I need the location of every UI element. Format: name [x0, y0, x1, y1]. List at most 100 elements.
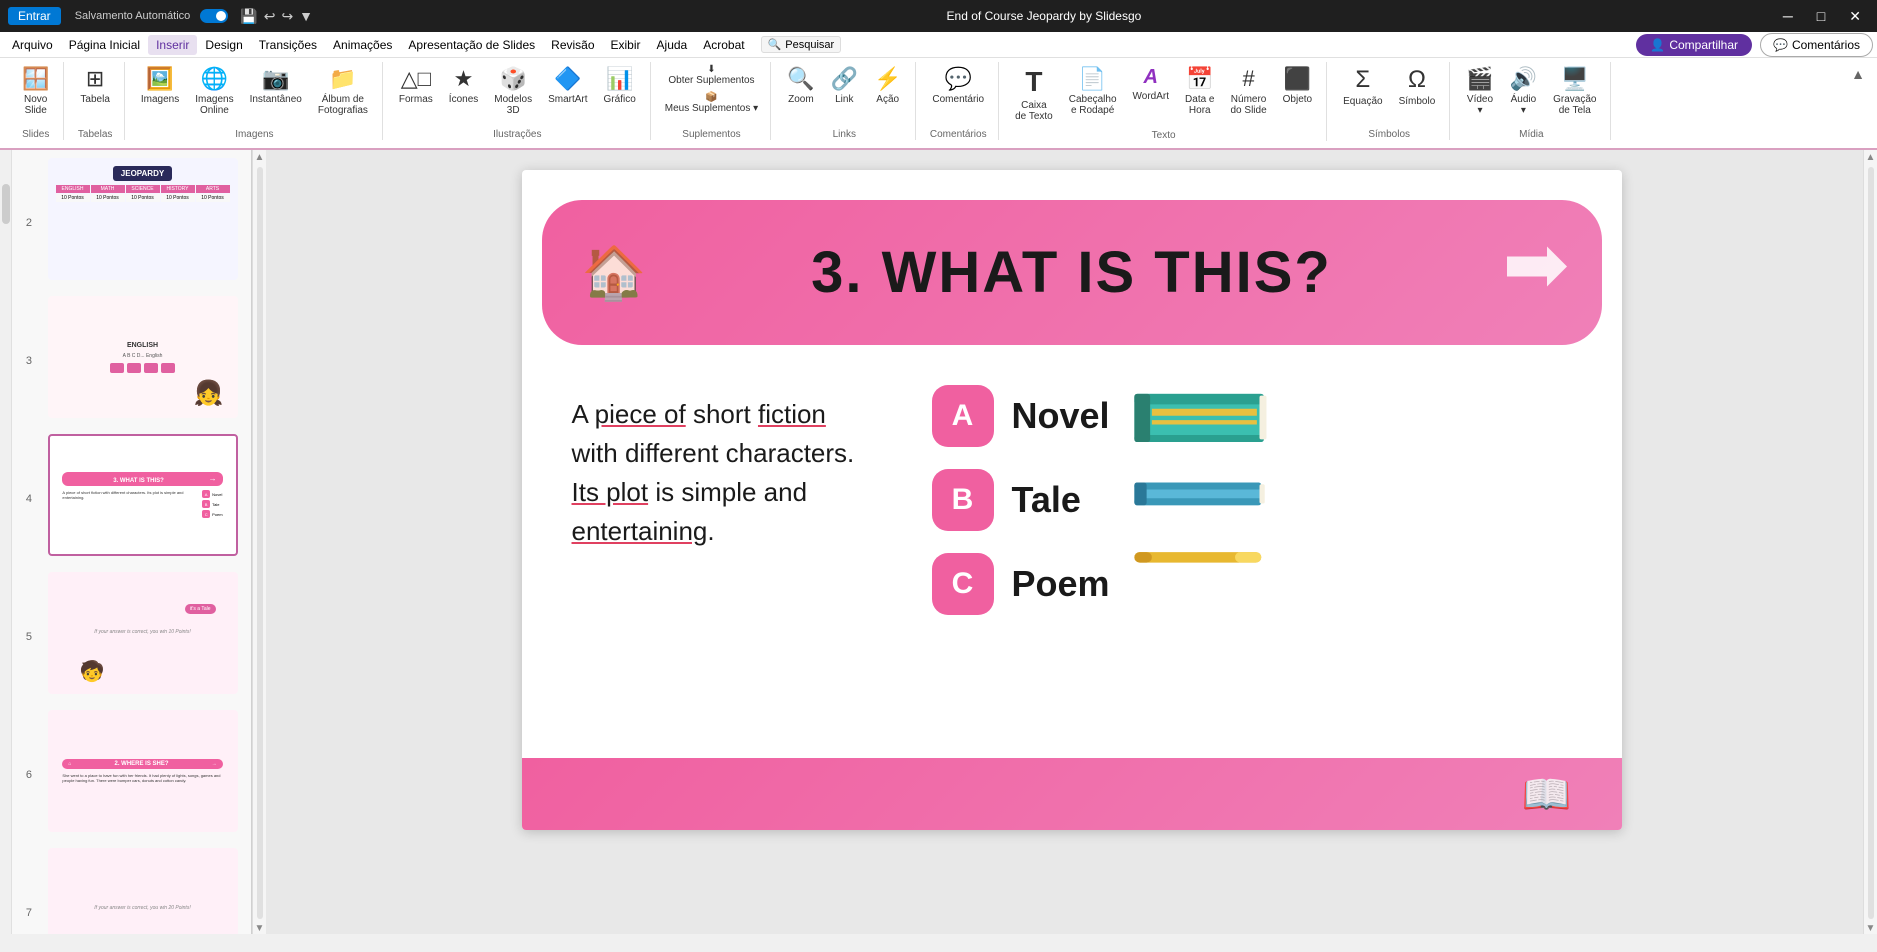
arrow-right-btn[interactable] [1502, 241, 1572, 304]
obter-suplementos-button[interactable]: ⬇ Obter Suplementos [661, 62, 762, 88]
smartart-label: SmartArt [548, 94, 587, 105]
scroll-down[interactable]: ▼ [255, 923, 265, 934]
slide-7-thumb[interactable]: If your answer is correct, you win 20 Po… [48, 848, 238, 934]
thumb4-header: 3. WHAT IS THIS? → [62, 472, 222, 486]
menu-revisao[interactable]: Revisão [543, 35, 602, 55]
equacao-icon: Σ [1355, 66, 1370, 94]
ribbon-group-texto: T Caixade Texto 📄 Cabeçalhoe Rodapé A Wo… [1001, 62, 1327, 141]
tabela-button[interactable]: ⊞ Tabela [74, 62, 115, 109]
slides-scrollbar[interactable]: ▲ ▼ [252, 150, 266, 934]
objeto-button[interactable]: ⬛ Objeto [1277, 62, 1318, 109]
right-scroll-down[interactable]: ▼ [1866, 923, 1876, 934]
undo-icon[interactable]: ↩ [264, 8, 276, 25]
slide-3-thumb[interactable]: ENGLISH A B C D... English 👧 [48, 296, 238, 418]
thumb6-header: ⌂ 2. WHERE IS SHE? → [62, 759, 222, 769]
menu-arquivo[interactable]: Arquivo [4, 35, 61, 55]
menu-exibir[interactable]: Exibir [603, 35, 649, 55]
modelos3d-button[interactable]: 🎲 Modelos3D [488, 62, 538, 120]
save-icon[interactable]: 💾 [240, 8, 257, 25]
thumb6-title: 2. WHERE IS SHE? [115, 761, 169, 767]
novo-slide-button[interactable]: 🪟 NovoSlide [16, 62, 55, 120]
main-slide: 🏠 3. WHAT IS THIS? A piece of short fict… [522, 170, 1622, 830]
gravacao-tela-button[interactable]: 🖥️ Gravaçãode Tela [1547, 62, 1602, 120]
instantaneo-icon: 📷 [262, 66, 289, 92]
slide-4-thumb[interactable]: 3. WHAT IS THIS? → A piece of short fict… [48, 434, 238, 556]
scroll-up[interactable]: ▲ [255, 152, 265, 163]
smartart-button[interactable]: 🔷 SmartArt [542, 62, 593, 109]
thumb6-text: She went to a place to have fun with her… [62, 773, 222, 783]
right-scrollbar[interactable]: ▲ ▼ [1863, 150, 1877, 934]
comentario-label: Comentário [932, 94, 984, 105]
icones-button[interactable]: ★ Ícones [443, 62, 484, 109]
home-icon-btn[interactable]: 🏠 [582, 242, 647, 303]
link-button[interactable]: 🔗 Link [825, 62, 864, 109]
simbolo-button[interactable]: Ω Símbolo [1393, 62, 1442, 111]
right-scroll-thumb [1868, 167, 1874, 919]
answer-bubble-b[interactable]: B [932, 469, 994, 531]
grafico-button[interactable]: 📊 Gráfico [598, 62, 642, 109]
acao-button[interactable]: ⚡ Ação [868, 62, 907, 109]
cabecalho-rodape-label: Cabeçalhoe Rodapé [1069, 94, 1117, 116]
comments-label: Comentários [1792, 38, 1860, 52]
slide-2-num: 2 [16, 217, 32, 229]
menu-pagina-inicial[interactable]: Página Inicial [61, 35, 148, 55]
menu-animacoes[interactable]: Animações [325, 35, 400, 55]
answer-letter-b: B [952, 483, 974, 517]
ribbon-collapse-button[interactable]: ▲ [1851, 66, 1865, 82]
thumb4-ans-c: C Poem [202, 510, 222, 518]
toggle-autosave[interactable] [200, 9, 228, 23]
answer-bubble-c[interactable]: C [932, 553, 994, 615]
title-bar-left: Entrar Salvamento Automático 💾 ↩ ↪ ▼ [8, 7, 313, 25]
entrar-button[interactable]: Entrar [8, 7, 61, 25]
close-button[interactable]: ✕ [1841, 6, 1869, 27]
formas-button[interactable]: △□ Formas [393, 62, 439, 109]
comentario-button[interactable]: 💬 Comentário [926, 62, 990, 109]
album-button[interactable]: 📁 Álbum deFotografias [312, 62, 374, 120]
customize-icon[interactable]: ▼ [299, 8, 313, 24]
answer-bubble-a[interactable]: A [932, 385, 994, 447]
left-scroll[interactable] [0, 150, 12, 934]
slide-5-container: 5 If your answer is correct, you win 10 … [16, 572, 247, 702]
menu-ajuda[interactable]: Ajuda [649, 35, 696, 55]
data-hora-button[interactable]: 📅 Data eHora [1179, 62, 1220, 120]
imagens-button[interactable]: 🖼️ Imagens [135, 62, 185, 109]
cabecalho-rodape-button[interactable]: 📄 Cabeçalhoe Rodapé [1063, 62, 1123, 120]
slide-5-thumb[interactable]: If your answer is correct, you win 10 Po… [48, 572, 238, 694]
equacao-button[interactable]: Σ Equação [1337, 62, 1388, 111]
zoom-icon: 🔍 [787, 66, 814, 92]
comments-button[interactable]: 💬 Comentários [1760, 33, 1873, 57]
slide-2-thumb[interactable]: JEOPARDY ENGLISH MATH SCIENCE HISTORY AR… [48, 158, 238, 280]
menu-transicoes[interactable]: Transições [251, 35, 325, 55]
share-button[interactable]: 👤 Compartilhar [1636, 34, 1752, 56]
instantaneo-button[interactable]: 📷 Instantâneo [244, 62, 308, 109]
imagens-group-label: Imagens [235, 125, 273, 140]
zoom-button[interactable]: 🔍 Zoom [781, 62, 820, 109]
meus-suplementos-button[interactable]: 📦 Meus Suplementos ▾ [661, 90, 762, 116]
link-icon: 🔗 [831, 66, 858, 92]
links-group-label: Links [833, 125, 856, 140]
thumb4-title: 3. WHAT IS THIS? [113, 478, 164, 484]
thumb5-text: If your answer is correct, you win 10 Po… [94, 629, 190, 635]
video-button[interactable]: 🎬 Vídeo▾ [1460, 62, 1499, 120]
menu-design[interactable]: Design [197, 35, 250, 55]
redo-icon[interactable]: ↪ [281, 8, 293, 25]
ribbon-group-imagens: 🖼️ Imagens 🌐 ImagensOnline 📷 Instantâneo… [127, 62, 383, 140]
ribbon-group-ilustracoes: △□ Formas ★ Ícones 🎲 Modelos3D 🔷 SmartAr… [385, 62, 651, 140]
numero-slide-button[interactable]: # Númerodo Slide [1225, 62, 1273, 120]
wordart-button[interactable]: A WordArt [1127, 62, 1176, 106]
menu-acrobat[interactable]: Acrobat [695, 35, 752, 55]
answer-row-b: B Tale [932, 469, 1110, 531]
menu-inserir[interactable]: Inserir [148, 35, 197, 55]
caixa-texto-button[interactable]: T Caixade Texto [1009, 62, 1059, 126]
editing-area: 🏠 3. WHAT IS THIS? A piece of short fict… [266, 150, 1877, 934]
maximize-button[interactable]: □ [1809, 6, 1833, 26]
imagens-online-button[interactable]: 🌐 ImagensOnline [189, 62, 239, 120]
audio-icon: 🔊 [1510, 66, 1537, 92]
right-scroll-up[interactable]: ▲ [1866, 152, 1876, 163]
thumb5-bubble: it's a Tale [185, 604, 216, 614]
slide-6-thumb[interactable]: ⌂ 2. WHERE IS SHE? → She went to a place… [48, 710, 238, 832]
menu-apresentacao[interactable]: Apresentação de Slides [400, 35, 543, 55]
search-bar[interactable]: 🔍 Pesquisar [761, 36, 842, 53]
minimize-button[interactable]: ─ [1775, 6, 1801, 26]
audio-button[interactable]: 🔊 Áudio▾ [1504, 62, 1543, 120]
